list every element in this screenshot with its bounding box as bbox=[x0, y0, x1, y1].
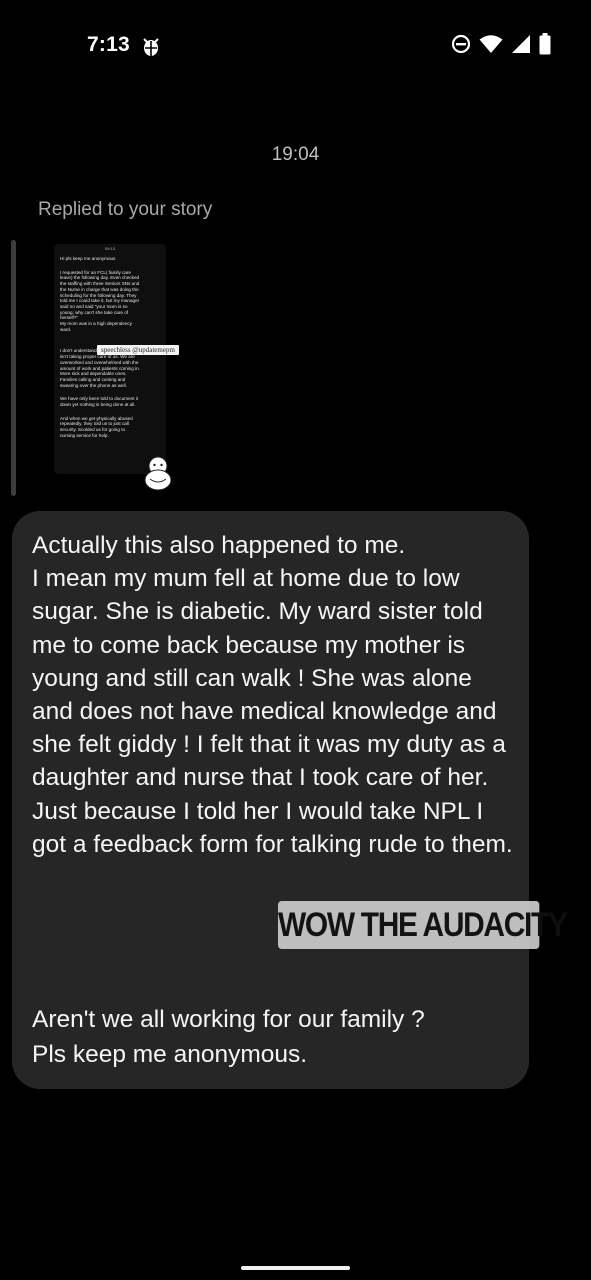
overlay-sticker-text: WOW THE AUDACITY bbox=[278, 901, 568, 949]
message-bubble[interactable]: Actually this also happened to me. I mea… bbox=[12, 511, 529, 1089]
story-line bbox=[60, 262, 160, 270]
signal-icon bbox=[512, 35, 530, 53]
bug-icon bbox=[143, 38, 159, 56]
status-bar: 7:13 bbox=[0, 0, 591, 92]
wifi-icon bbox=[479, 35, 503, 53]
story-line: nursing service for help. bbox=[60, 432, 109, 438]
message-timestamp: 19:04 bbox=[271, 144, 320, 165]
status-time: 7:13 bbox=[87, 33, 130, 56]
home-indicator[interactable] bbox=[241, 1266, 350, 1270]
sticker-character-icon bbox=[144, 456, 172, 491]
story-sticker: speechless @updatemepm bbox=[97, 345, 179, 355]
story-thumbnail[interactable]: 09:13 Hi pls keep me anonymous I requeste… bbox=[54, 244, 166, 474]
story-line bbox=[60, 408, 160, 416]
reply-indicator-bar bbox=[11, 240, 16, 496]
story-line bbox=[60, 388, 160, 396]
story-line bbox=[60, 332, 160, 340]
message-paragraph-2: Aren't we all working for our family ? P… bbox=[32, 1006, 425, 1068]
replied-to-story-label: Replied to your story bbox=[38, 199, 213, 220]
battery-icon bbox=[539, 33, 551, 55]
do-not-disturb-icon bbox=[451, 34, 471, 54]
message-paragraph-1: Actually this also happened to me. I mea… bbox=[32, 532, 513, 858]
story-time: 09:13 bbox=[104, 246, 115, 251]
